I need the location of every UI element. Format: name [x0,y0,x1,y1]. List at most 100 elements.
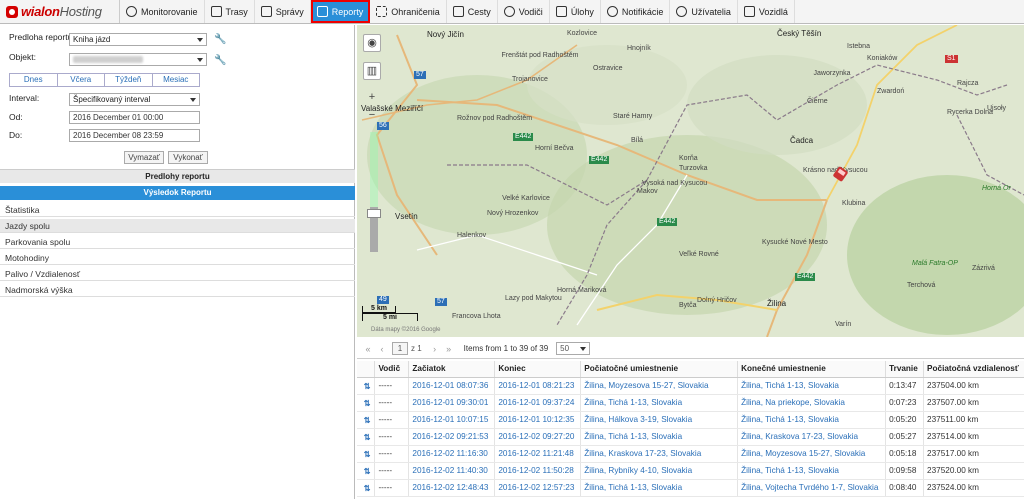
table-row[interactable]: ⇅ ----- 2016-12-02 12:48:43 2016-12-02 12:5… [357,479,1024,497]
table-cell[interactable]: 2016-12-01 08:07:36 [408,377,496,395]
track-icon[interactable]: ⇅ [357,462,376,480]
table-cell[interactable]: Žilina, Kraskova 17-23, Slovakia [580,445,739,463]
table-row[interactable]: ⇅ ----- 2016-12-01 10:07:15 2016-12-01 10:1… [357,411,1024,429]
page-number-input[interactable]: 1 [392,342,408,355]
table-pager: « ‹ 1 z 1 › » Items from 1 to 39 of 39 5… [357,339,1024,359]
result-item-statistika[interactable]: Štatistika [0,203,355,217]
table-cell[interactable]: Žilina, Tichá 1-13, Slovakia [580,479,739,497]
table-cell[interactable]: 2016-12-01 09:37:24 [494,394,582,412]
map-label: Malá Fatra-OP [912,260,958,267]
nav-vozidla[interactable]: Vozidlá [738,0,795,23]
table-cell[interactable]: Žilina, Kraskova 17-23, Slovakia [737,428,887,446]
templates-section-header[interactable]: Predlohy reportu [0,169,355,183]
col-header[interactable]: Vodič [374,361,410,378]
from-date-input[interactable]: 2016 December 01 00:00 [69,111,200,124]
col-header[interactable]: Počiatočné umiestnenie [580,361,739,378]
report-panel: Predloha reportu: Kniha jázd 🔧 Objekt: 🔧… [0,25,355,499]
table-cell: 0:05:27 [885,428,925,446]
execute-button[interactable]: Vykonať [168,151,208,164]
table-cell[interactable]: 2016-12-01 09:30:01 [408,394,496,412]
wrench-icon[interactable]: 🔧 [214,35,226,45]
table-cell[interactable]: 2016-12-01 10:12:35 [494,411,582,429]
table-cell[interactable]: 2016-12-01 08:21:23 [494,377,582,395]
table-row[interactable]: ⇅ ----- 2016-12-02 09:21:53 2016-12-02 09:2… [357,428,1024,446]
nav-ohranicenia[interactable]: Ohraničenia [370,0,447,23]
table-cell[interactable]: 2016-12-02 11:50:28 [494,462,582,480]
table-cell[interactable]: Žilina, Tichá 1-13, Slovakia [737,377,887,395]
nav-monitorovanie[interactable]: Monitorovanie [120,0,205,23]
nav-reporty[interactable]: Reporty [310,0,371,23]
track-icon[interactable]: ⇅ [357,428,376,446]
table-cell[interactable]: Žilina, Moyzesova 15-27, Slovakia [737,445,887,463]
table-row[interactable]: ⇅ ----- 2016-12-01 09:30:01 2016-12-01 09:3… [357,394,1024,412]
col-header[interactable]: Koniec [494,361,582,378]
table-cell[interactable]: Žilina, Moyzesova 15-27, Slovakia [580,377,739,395]
table-cell[interactable]: Žilina, Vojtecha Tvrdého 1-7, Slovakia [737,479,887,497]
table-cell[interactable]: 2016-12-02 09:27:20 [494,428,582,446]
nav-notifikacie[interactable]: Notifikácie [601,0,671,23]
table-cell[interactable]: Žilina, Rybníky 4-10, Slovakia [580,462,739,480]
tab-mesiac[interactable]: Mesiac [152,74,199,86]
col-header[interactable]: Počiatočná vzdialenosť [923,361,1024,378]
map-label: Terchová [907,282,936,289]
tab-tyzden[interactable]: Týždeň [105,74,153,86]
nav-spravy[interactable]: Správy [255,0,311,23]
table-cell[interactable]: 2016-12-02 11:21:48 [494,445,582,463]
table-cell[interactable]: 2016-12-01 10:07:15 [408,411,496,429]
tab-dnes[interactable]: Dnes [10,74,58,86]
zoom-slider-handle[interactable] [367,209,381,218]
clear-button[interactable]: Vymazať [124,151,164,164]
table-cell[interactable]: Žilina, Tichá 1-13, Slovakia [737,411,887,429]
track-icon[interactable]: ⇅ [357,445,376,463]
result-item-motohodiny[interactable]: Motohodiny [0,251,355,265]
result-item-palivo[interactable]: Palivo / Vzdialenosť [0,267,355,281]
map-layers-icon[interactable]: ▥ [363,62,381,80]
result-item-nadmorska[interactable]: Nadmorská výška [0,283,355,297]
next-page-icon[interactable]: › [428,344,442,354]
track-icon[interactable]: ⇅ [357,411,376,429]
tab-vcera[interactable]: Včera [57,74,105,86]
last-page-icon[interactable]: » [442,344,456,354]
track-icon[interactable]: ⇅ [357,377,376,395]
col-header[interactable]: Trvanie [885,361,925,378]
result-item-parkovania[interactable]: Parkovania spolu [0,235,355,249]
col-header[interactable]: Konečné umiestnenie [737,361,887,378]
table-cell[interactable]: 2016-12-02 09:21:53 [408,428,496,446]
template-select[interactable]: Kniha jázd [69,33,207,46]
first-page-icon[interactable]: « [361,344,375,354]
col-header[interactable]: Začiatok [408,361,496,378]
table-cell[interactable]: Žilina, Tichá 1-13, Slovakia [737,462,887,480]
track-icon[interactable]: ⇅ [357,394,376,412]
nav-vodici[interactable]: Vodiči [498,0,550,23]
zoom-in-button[interactable]: + [363,89,381,107]
nav-ulohy[interactable]: Úlohy [550,0,601,23]
nav-cesty[interactable]: Cesty [447,0,498,23]
table-cell[interactable]: 2016-12-02 12:48:43 [408,479,496,497]
table-cell[interactable]: Žilina, Na priekope, Slovakia [737,394,887,412]
nav-trasy[interactable]: Trasy [205,0,255,23]
eye-icon[interactable]: ◉ [363,34,381,52]
interval-select[interactable]: Špecifikovaný interval [69,93,200,106]
table-cell[interactable]: Žilina, Tichá 1-13, Slovakia [580,428,739,446]
map-view[interactable]: Nový Jičín Frenštát pod Radhoštěm Trojan… [357,25,1024,337]
table-cell[interactable]: Žilina, Hálkova 3-19, Slovakia [580,411,739,429]
app-logo[interactable]: wialonHosting [0,0,120,23]
table-cell: ----- [374,462,410,480]
zoom-out-button[interactable]: − [363,107,381,125]
object-select[interactable] [69,53,207,66]
table-cell[interactable]: 2016-12-02 11:40:30 [408,462,496,480]
table-row[interactable]: ⇅ ----- 2016-12-02 11:16:30 2016-12-02 11:2… [357,445,1024,463]
table-row[interactable]: ⇅ ----- 2016-12-01 08:07:36 2016-12-01 08:2… [357,377,1024,395]
table-cell[interactable]: 2016-12-02 12:57:23 [494,479,582,497]
result-section-header[interactable]: Výsledok Reportu [0,186,355,200]
result-item-jazdy[interactable]: Jazdy spolu [0,219,355,233]
nav-uzivatelia[interactable]: Užívatelia [670,0,738,23]
to-date-input[interactable]: 2016 December 08 23:59 [69,129,200,142]
wrench-icon[interactable]: 🔧 [214,56,226,66]
table-row[interactable]: ⇅ ----- 2016-12-02 11:40:30 2016-12-02 11:5… [357,462,1024,480]
table-cell[interactable]: Žilina, Tichá 1-13, Slovakia [580,394,739,412]
page-size-select[interactable]: 50 [556,342,591,355]
prev-page-icon[interactable]: ‹ [375,344,389,354]
track-icon[interactable]: ⇅ [357,479,376,497]
table-cell[interactable]: 2016-12-02 11:16:30 [408,445,496,463]
